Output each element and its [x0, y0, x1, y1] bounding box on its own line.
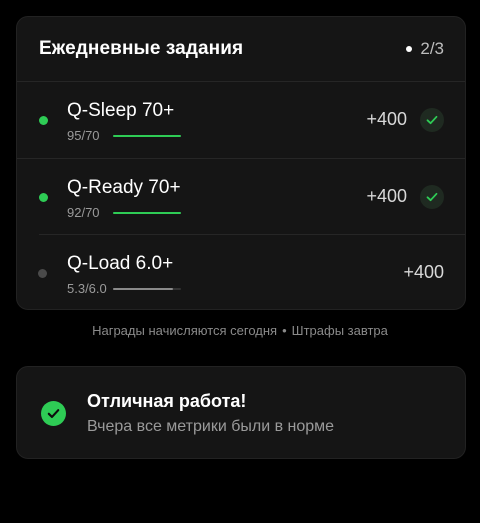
task-progress-bar: [113, 287, 181, 290]
task-name: Q-Ready 70+: [67, 177, 181, 198]
footnote-separator: •: [282, 323, 287, 338]
task-reward: +400: [366, 186, 407, 206]
success-title: Отличная работа!: [87, 391, 247, 411]
rewards-footnote: Награды начисляются сегодня • Штрафы завтр…: [0, 323, 480, 338]
task-completed-check-icon: [420, 108, 444, 132]
task-row-q-sleep[interactable]: Q-Sleep 70+ 95/70 +400: [17, 82, 465, 158]
task-progress-bar: [113, 211, 181, 214]
task-value: 5.3/6.0: [67, 281, 107, 296]
task-status-dot-icon: [39, 116, 48, 125]
tasks-progress-text: 2/3: [420, 39, 444, 58]
tasks-card-header: Ежедневные задания 2/3: [17, 17, 465, 82]
task-name: Q-Load 6.0+: [67, 253, 174, 274]
task-value: 95/70: [67, 128, 100, 143]
task-meta: 95/70: [67, 128, 181, 143]
tasks-card-title: Ежедневные задания: [39, 38, 244, 59]
task-meta: 92/70: [67, 205, 181, 220]
task-progress-fill: [113, 211, 181, 214]
tasks-progress-counter: 2/3: [406, 39, 444, 59]
task-row-q-load[interactable]: Q-Load 6.0+ 5.3/6.0 +400: [38, 234, 465, 311]
success-subtitle: Вчера все метрики были в норме: [87, 418, 335, 435]
daily-tasks-card: Ежедневные задания 2/3 Q-Sleep 70+ 95/70…: [16, 16, 466, 310]
task-reward: +400: [366, 109, 407, 129]
task-progress-bar: [113, 134, 181, 137]
task-name: Q-Sleep 70+: [67, 100, 175, 121]
task-meta: 5.3/6.0: [67, 281, 181, 296]
task-progress-fill: [113, 134, 181, 137]
daily-tasks-screen: Ежедневные задания 2/3 Q-Sleep 70+ 95/70…: [0, 0, 480, 523]
task-value: 92/70: [67, 205, 100, 220]
task-reward: +400: [403, 262, 444, 282]
task-progress-fill: [113, 287, 173, 290]
task-status-dot-icon: [39, 193, 48, 202]
footnote-penalties-text: Штрафы завтра: [291, 323, 388, 338]
check-circle-icon: [41, 401, 66, 426]
success-card: Отличная работа! Вчера все метрики были …: [16, 366, 466, 459]
task-status-dot-icon: [38, 269, 47, 278]
task-completed-check-icon: [420, 185, 444, 209]
footnote-rewards-text: Награды начисляются сегодня: [92, 323, 278, 338]
task-row-q-ready[interactable]: Q-Ready 70+ 92/70 +400: [17, 158, 465, 235]
progress-dot-icon: [406, 46, 413, 52]
